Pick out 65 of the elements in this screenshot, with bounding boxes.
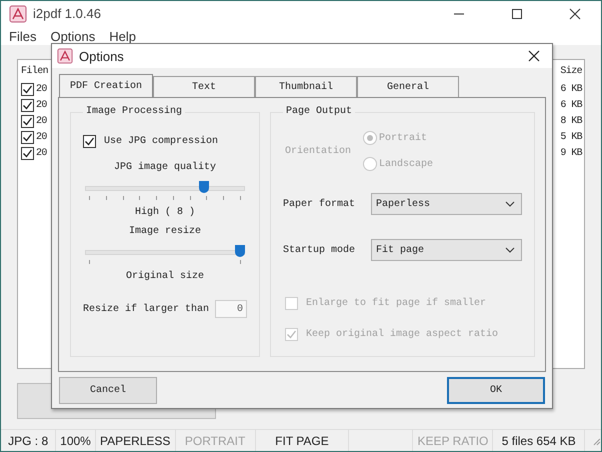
tab[interactable]: PDF Creation: [59, 74, 153, 97]
pdf-app-icon: [57, 48, 73, 64]
startup-mode-dropdown[interactable]: Fit page: [371, 239, 522, 261]
radio-label: Portrait: [379, 132, 428, 144]
radio-button[interactable]: [363, 131, 378, 145]
file-size: 6 KB: [560, 84, 582, 95]
checkbox[interactable]: [21, 146, 34, 160]
chevron-icon: [505, 201, 515, 207]
checkbox[interactable]: [83, 135, 96, 148]
close-icon[interactable]: [569, 8, 581, 20]
field-label: Paper format: [283, 198, 356, 210]
checkbox-label: Enlarge to fit page if smaller: [306, 298, 486, 309]
quality-slider[interactable]: [85, 181, 245, 199]
checkbox-label: Keep original image aspect ratio: [306, 329, 498, 340]
file-name: 20: [36, 148, 47, 159]
status-text: PORTRAIT: [184, 434, 246, 448]
column-header[interactable]: Size: [560, 66, 582, 78]
menu-item[interactable]: Files: [9, 28, 36, 44]
dialog-button[interactable]: Cancel: [59, 377, 157, 404]
status-text: 5 files 654 KB: [502, 434, 576, 448]
slider-label: JPG image quality: [112, 162, 218, 173]
field-label: Orientation: [285, 146, 352, 156]
checkbox[interactable]: [21, 114, 34, 128]
group-title: Image Processing: [83, 106, 186, 117]
dialog-button[interactable]: OK: [447, 377, 545, 404]
pdf-app-icon: [9, 4, 27, 23]
checkbox-label: Use JPG compression: [104, 136, 218, 147]
menu-item[interactable]: Options: [50, 28, 96, 44]
file-name: 20: [36, 100, 47, 111]
checkbox[interactable]: [21, 98, 34, 112]
tab[interactable]: General: [357, 76, 459, 97]
field-label: Resize if larger than: [83, 304, 210, 314]
file-size: 8 KB: [560, 116, 582, 127]
status-text: PAPERLESS: [100, 434, 170, 448]
tab[interactable]: Thumbnail: [255, 76, 357, 97]
file-size: 6 KB: [560, 100, 582, 111]
radio-button[interactable]: [363, 157, 378, 171]
dialog-title: Options: [79, 48, 124, 64]
tab[interactable]: Text: [153, 76, 255, 97]
file-size: 5 KB: [560, 132, 582, 143]
file-name: 20: [36, 132, 47, 143]
file-name: 20: [36, 84, 47, 95]
checkbox[interactable]: [21, 130, 34, 144]
status-text: 100%: [60, 434, 91, 448]
file-name: 20: [36, 116, 47, 127]
column-header[interactable]: Filen: [21, 66, 48, 78]
paper-format-dropdown[interactable]: Paperless: [371, 193, 522, 215]
field-label: Startup mode: [283, 244, 356, 256]
radio-label: Landscape: [379, 158, 434, 170]
slider-reading: Original size: [124, 271, 205, 282]
status-text: FIT PAGE: [275, 434, 329, 448]
status-text: KEEP RATIO: [417, 434, 488, 448]
group-title: Page Output: [283, 106, 356, 117]
menu-item[interactable]: Help: [109, 28, 136, 44]
slider-label: Image resize: [128, 226, 202, 237]
slider-reading: High ( 8 ): [134, 207, 196, 218]
checkbox[interactable]: [21, 82, 34, 96]
status-text: JPG : 8: [8, 434, 48, 448]
chevron-icon: [505, 247, 515, 253]
close-icon[interactable]: [528, 50, 540, 62]
size-field[interactable]: 0: [215, 300, 247, 318]
resize-slider[interactable]: [85, 245, 245, 263]
maximize-icon[interactable]: [511, 8, 523, 20]
file-size: 9 KB: [560, 148, 582, 159]
window-title: i2pdf 1.0.46: [33, 6, 101, 22]
